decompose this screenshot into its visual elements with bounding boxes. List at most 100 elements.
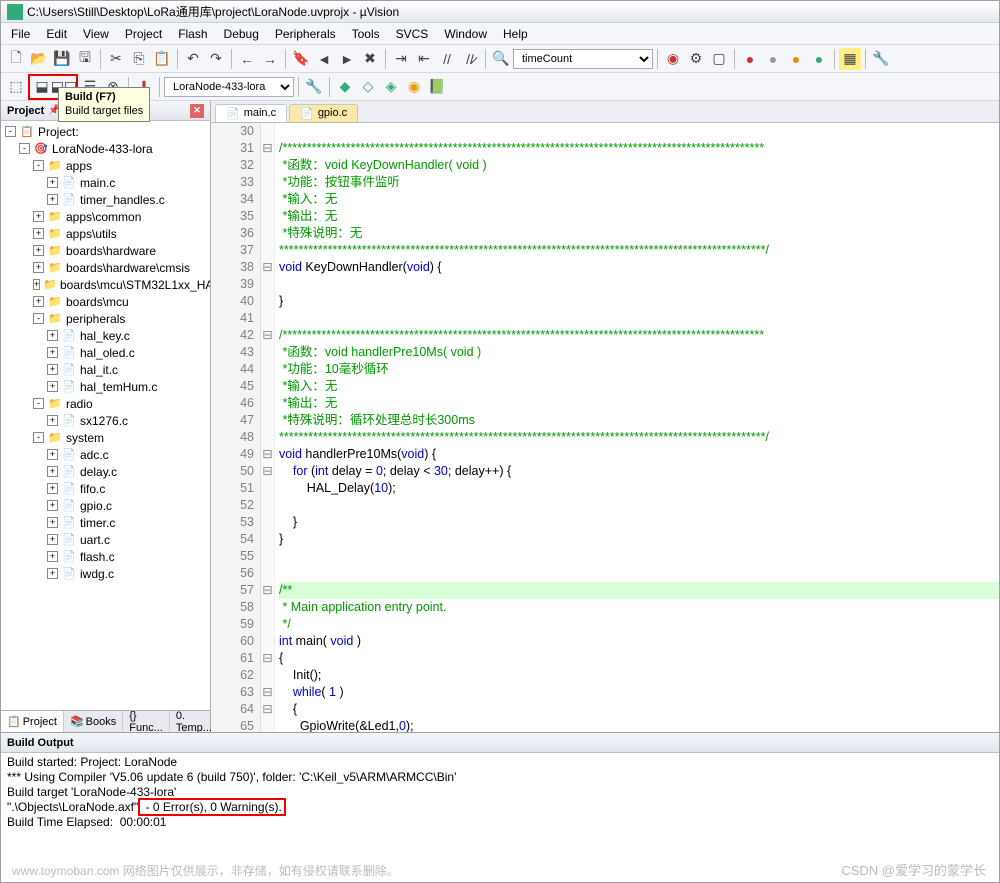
target-combo[interactable]: LoraNode-433-lora bbox=[164, 77, 294, 97]
tree-group-apps[interactable]: -📁apps bbox=[1, 157, 210, 174]
tree-file[interactable]: +📄fifo.c bbox=[1, 480, 210, 497]
tree-file[interactable]: +📄sx1276.c bbox=[1, 412, 210, 429]
rte-icon[interactable]: ◈ bbox=[380, 76, 402, 98]
tree-file[interactable]: +📄delay.c bbox=[1, 463, 210, 480]
help-icon[interactable]: 📗 bbox=[426, 76, 448, 98]
configure-icon[interactable]: ⚙ bbox=[685, 48, 707, 70]
tab-project[interactable]: 📋Project bbox=[1, 711, 64, 732]
translate-icon[interactable]: ⬚ bbox=[5, 76, 27, 98]
comment-icon[interactable]: // bbox=[436, 48, 458, 70]
green-dot-icon[interactable]: ● bbox=[808, 48, 830, 70]
project-panel-title: Project bbox=[7, 105, 44, 117]
copy-icon[interactable]: ⎘ bbox=[128, 48, 150, 70]
app-icon bbox=[7, 4, 23, 20]
window-titlebar: C:\Users\Still\Desktop\LoRa通用库\project\L… bbox=[1, 1, 999, 23]
code-editor[interactable]: 3031323334353637383940414243444546474849… bbox=[211, 123, 999, 732]
build-output-header: Build Output bbox=[1, 733, 999, 753]
menu-flash[interactable]: Flash bbox=[170, 25, 215, 43]
editor-tab-main[interactable]: 📄main.c bbox=[215, 104, 287, 122]
tree-group-utils[interactable]: +📁apps\utils bbox=[1, 225, 210, 242]
tree-root[interactable]: -📋Project: bbox=[1, 123, 210, 140]
left-panel-tabs: 📋Project 📚Books {} Func... 0. Temp... bbox=[1, 710, 210, 732]
editor-tab-gpio[interactable]: 📄gpio.c bbox=[289, 104, 358, 122]
manage-icon[interactable]: ◆ bbox=[334, 76, 356, 98]
wrench-icon[interactable]: 🔧 bbox=[870, 48, 892, 70]
project-tree[interactable]: -📋Project: -🎯LoraNode-433-lora -📁apps +📄… bbox=[1, 121, 210, 710]
tree-file[interactable]: +📄hal_it.c bbox=[1, 361, 210, 378]
watermark: www.toymoban.com 网络图片仅供展示，非存储，如有侵权请联系删除。 bbox=[12, 862, 399, 879]
menu-edit[interactable]: Edit bbox=[38, 25, 75, 43]
tree-group-radio[interactable]: -📁radio bbox=[1, 395, 210, 412]
tree-group-system[interactable]: -📁system bbox=[1, 429, 210, 446]
tree-group-hw[interactable]: +📁boards\hardware bbox=[1, 242, 210, 259]
build-button[interactable]: ⬓ bbox=[31, 76, 53, 98]
tree-file[interactable]: +📄iwdg.c bbox=[1, 565, 210, 582]
paste-icon[interactable]: 📋 bbox=[151, 48, 173, 70]
menu-window[interactable]: Window bbox=[436, 25, 495, 43]
cut-icon[interactable]: ✂ bbox=[105, 48, 127, 70]
error-count-highlight: - 0 Error(s), 0 Warning(s). bbox=[138, 798, 286, 816]
git-icon[interactable]: ◉ bbox=[403, 76, 425, 98]
bookmark-prev-icon[interactable]: ◄ bbox=[313, 48, 335, 70]
debug-icon[interactable]: ◉ bbox=[662, 48, 684, 70]
build-tooltip: Build (F7)Build target files bbox=[58, 87, 150, 122]
window-title: C:\Users\Still\Desktop\LoRa通用库\project\L… bbox=[27, 3, 399, 20]
tree-file[interactable]: +📄hal_key.c bbox=[1, 327, 210, 344]
menubar: File Edit View Project Flash Debug Perip… bbox=[1, 23, 999, 45]
tree-file[interactable]: +📄adc.c bbox=[1, 446, 210, 463]
find-combo[interactable]: timeCount bbox=[513, 49, 653, 69]
tree-file[interactable]: +📄hal_temHum.c bbox=[1, 378, 210, 395]
tree-file[interactable]: +📄hal_oled.c bbox=[1, 344, 210, 361]
tab-books[interactable]: 📚Books bbox=[64, 711, 123, 732]
find-icon[interactable]: 🔍 bbox=[490, 48, 512, 70]
pack-icon[interactable]: ◇ bbox=[357, 76, 379, 98]
menu-help[interactable]: Help bbox=[495, 25, 536, 43]
bookmark-next-icon[interactable]: ► bbox=[336, 48, 358, 70]
open-file-icon[interactable]: 📂 bbox=[28, 48, 50, 70]
toolbar-1: 🗋 📂 💾 🖫 ✂ ⎘ 📋 ↶ ↷ ← → 🔖 ◄ ► ✖ ⇥ ⇤ // //̷… bbox=[1, 45, 999, 73]
bookmark-clear-icon[interactable]: ✖ bbox=[359, 48, 381, 70]
tree-group-hal[interactable]: +📁boards\mcu\STM32L1xx_HA bbox=[1, 276, 210, 293]
menu-svcs[interactable]: SVCS bbox=[388, 25, 437, 43]
tree-file[interactable]: +📄timer.c bbox=[1, 514, 210, 531]
target-options-icon[interactable]: 🔧 bbox=[303, 76, 325, 98]
red-dot-icon[interactable]: ● bbox=[739, 48, 761, 70]
new-file-icon[interactable]: 🗋 bbox=[5, 48, 27, 70]
gray-dot-icon[interactable]: ● bbox=[762, 48, 784, 70]
nav-back-icon[interactable]: ← bbox=[236, 48, 258, 70]
menu-tools[interactable]: Tools bbox=[344, 25, 388, 43]
undo-icon[interactable]: ↶ bbox=[182, 48, 204, 70]
close-icon[interactable]: ✕ bbox=[190, 104, 204, 118]
panel-icon[interactable]: ▦ bbox=[839, 48, 861, 70]
tree-target[interactable]: -🎯LoraNode-433-lora bbox=[1, 140, 210, 157]
tree-file[interactable]: +📄flash.c bbox=[1, 548, 210, 565]
code-area[interactable]: /***************************************… bbox=[275, 123, 999, 732]
tree-file-timerh[interactable]: +📄timer_handles.c bbox=[1, 191, 210, 208]
uncomment-icon[interactable]: //̷ bbox=[459, 48, 481, 70]
window-icon[interactable]: ▢ bbox=[708, 48, 730, 70]
tree-file-main[interactable]: +📄main.c bbox=[1, 174, 210, 191]
menu-file[interactable]: File bbox=[3, 25, 38, 43]
tree-group-cmsis[interactable]: +📁boards\hardware\cmsis bbox=[1, 259, 210, 276]
save-icon[interactable]: 💾 bbox=[51, 48, 73, 70]
menu-project[interactable]: Project bbox=[117, 25, 170, 43]
tree-file[interactable]: +📄gpio.c bbox=[1, 497, 210, 514]
save-all-icon[interactable]: 🖫 bbox=[74, 48, 96, 70]
tree-file[interactable]: +📄uart.c bbox=[1, 531, 210, 548]
tree-group-mcu[interactable]: +📁boards\mcu bbox=[1, 293, 210, 310]
tree-group-common[interactable]: +📁apps\common bbox=[1, 208, 210, 225]
fold-gutter[interactable]: ⊟ ⊟ ⊟ ⊟⊟ ⊟ ⊟ ⊟⊟ bbox=[261, 123, 275, 732]
editor-tab-bar: 📄main.c 📄gpio.c bbox=[211, 101, 999, 123]
outdent-icon[interactable]: ⇤ bbox=[413, 48, 435, 70]
menu-peripherals[interactable]: Peripherals bbox=[267, 25, 344, 43]
tree-group-periph[interactable]: -📁peripherals bbox=[1, 310, 210, 327]
menu-debug[interactable]: Debug bbox=[216, 25, 267, 43]
redo-icon[interactable]: ↷ bbox=[205, 48, 227, 70]
orange-dot-icon[interactable]: ● bbox=[785, 48, 807, 70]
nav-fwd-icon[interactable]: → bbox=[259, 48, 281, 70]
build-output-title: Build Output bbox=[7, 737, 74, 749]
menu-view[interactable]: View bbox=[75, 25, 117, 43]
indent-icon[interactable]: ⇥ bbox=[390, 48, 412, 70]
tab-functions[interactable]: {} Func... bbox=[123, 711, 170, 732]
bookmark-icon[interactable]: 🔖 bbox=[290, 48, 312, 70]
